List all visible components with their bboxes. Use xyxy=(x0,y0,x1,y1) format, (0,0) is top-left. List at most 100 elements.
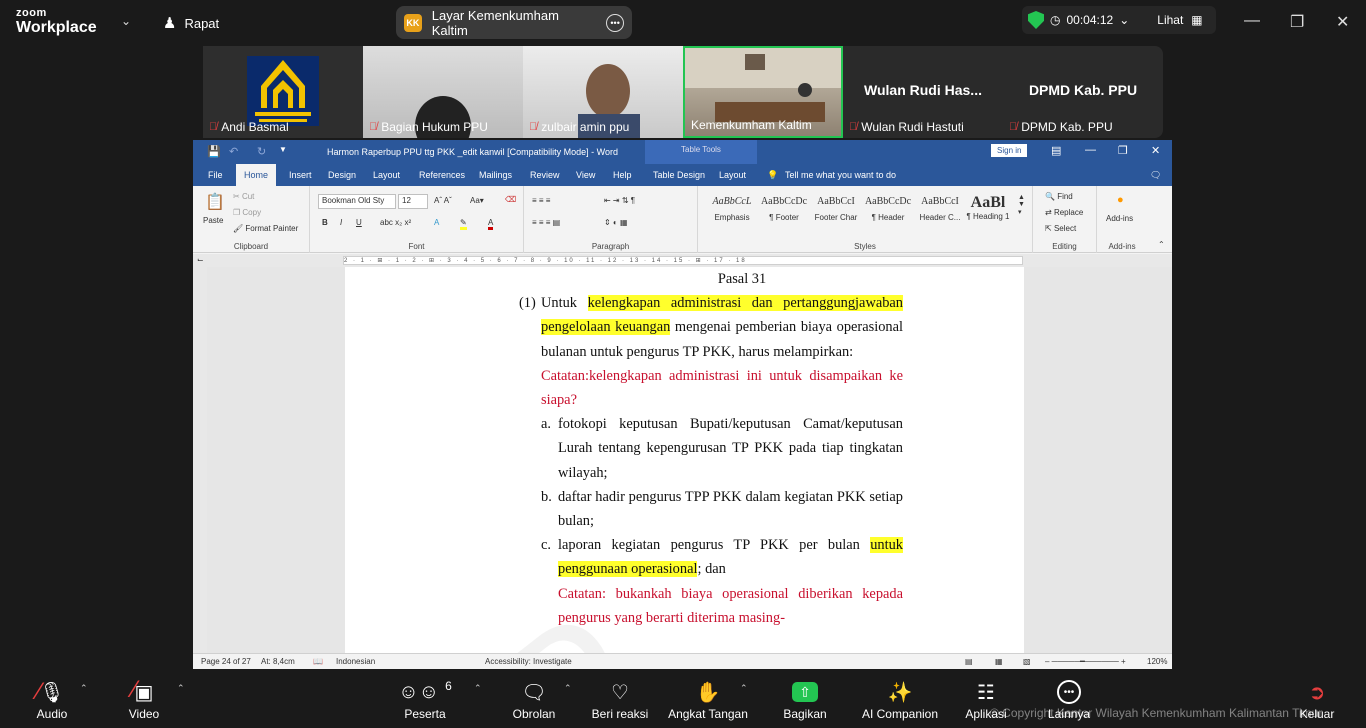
font-name-select[interactable]: Bookman Old Sty xyxy=(318,194,396,209)
bullets-icon[interactable]: ≡ ≡ ≡ xyxy=(532,196,550,205)
sign-in-button[interactable]: Sign in xyxy=(991,144,1028,157)
paste-icon[interactable]: 📋 xyxy=(205,192,225,212)
style-header-char[interactable]: AaBbCcI Header C... xyxy=(914,196,966,222)
tab-design[interactable]: Design xyxy=(328,170,356,180)
comments-icon[interactable]: 🗨 xyxy=(1150,170,1161,181)
print-layout-icon[interactable]: ▦ xyxy=(995,657,1003,666)
tab-help[interactable]: Help xyxy=(613,170,632,180)
replace-button[interactable]: ⇄ Replace xyxy=(1045,208,1083,217)
find-button[interactable]: 🔍 Find xyxy=(1045,192,1073,201)
proofing-icon[interactable]: 📖 xyxy=(313,657,323,666)
participant-tile[interactable]: 🎙̸ zulbair amin ppu xyxy=(523,46,683,138)
tab-table-layout[interactable]: Layout xyxy=(719,170,746,180)
participant-tile[interactable]: DPMD Kab. PPU 🎙̸ DPMD Kab. PPU xyxy=(1003,46,1163,138)
language[interactable]: Indonesian xyxy=(336,657,375,666)
restore-icon[interactable]: ❐ xyxy=(1118,144,1128,157)
font-color-icon[interactable]: A xyxy=(488,218,494,230)
redo-icon[interactable]: ↻ xyxy=(257,145,266,158)
tab-view[interactable]: View xyxy=(576,170,595,180)
shield-icon[interactable] xyxy=(1028,11,1044,29)
tab-mailings[interactable]: Mailings xyxy=(479,170,512,180)
save-icon[interactable]: 💾 xyxy=(207,145,221,158)
tab-review[interactable]: Review xyxy=(530,170,560,180)
tab-table-design[interactable]: Table Design xyxy=(653,170,705,180)
font-size-select[interactable]: 12 xyxy=(398,194,428,209)
collapse-ribbon-icon[interactable]: ⌃ xyxy=(1158,240,1165,249)
more-icon[interactable]: ••• xyxy=(606,13,624,32)
bold-button[interactable]: B xyxy=(322,218,328,227)
zoom-slider[interactable]: – ─────━────── + xyxy=(1045,657,1126,666)
participant-tile[interactable]: 🎙̸ Andi Basmal xyxy=(203,46,363,138)
tab-home[interactable]: Home xyxy=(236,164,277,186)
line-spacing-icon[interactable]: ⇕ ◐ ▦ xyxy=(604,218,628,227)
clear-format-icon[interactable]: ⌫ xyxy=(505,195,516,204)
strikethrough-button[interactable]: abc x₂ x² xyxy=(380,218,411,227)
share-indicator[interactable]: KK Layar Kemenkumham Kaltim ••• xyxy=(396,6,632,39)
chevron-up-icon[interactable]: ⌃ xyxy=(474,683,482,694)
document-area[interactable]: D Pasal 31 (1) Untuk kelengkapan adminis… xyxy=(207,267,1172,653)
ai-companion-button[interactable]: ✨ AI Companion xyxy=(855,677,945,722)
tell-me-input[interactable]: Tell me what you want to do xyxy=(785,170,896,180)
select-button[interactable]: ⇱ Select xyxy=(1045,224,1076,233)
horizontal-ruler[interactable]: ⌙ 2 · 1 · ⊞ · 1 · 2 · ⊞ · 3 · 4 · 5 · 6 … xyxy=(193,254,1172,267)
vertical-ruler[interactable] xyxy=(193,267,207,653)
meeting-info[interactable]: ◷ 00:04:12 ⌄ Lihat ▦ xyxy=(1022,6,1216,34)
undo-icon[interactable]: ↶ xyxy=(229,145,238,158)
cut-button[interactable]: ✂ Cut xyxy=(233,192,254,201)
participant-tile[interactable]: Wulan Rudi Has... 🎙̸ Wulan Rudi Hastuti xyxy=(843,46,1003,138)
participants-button[interactable]: ☺☺ 6 Peserta xyxy=(380,677,470,721)
chevron-down-icon[interactable]: ⌄ xyxy=(121,14,131,28)
style-footer[interactable]: AaBbCcDc ¶ Footer xyxy=(758,196,810,222)
participant-tile[interactable]: 🎙̸ Bagian Hukum PPU xyxy=(363,46,523,138)
chevron-up-icon[interactable]: ⌃ xyxy=(740,683,748,694)
share-button[interactable]: ⇧ Bagikan xyxy=(760,677,850,721)
minimize-icon[interactable]: — xyxy=(1244,12,1260,30)
restore-icon[interactable]: ❐ xyxy=(1290,12,1304,32)
format-painter-button[interactable]: 🖌 Format Painter xyxy=(233,224,298,233)
chevron-up-icon[interactable]: ⌃ xyxy=(80,683,88,694)
highlight-icon[interactable]: ✎ xyxy=(460,218,467,230)
change-case-icon[interactable]: Aa▾ xyxy=(470,196,484,205)
text-effects-icon[interactable]: A xyxy=(434,218,439,227)
align-icon[interactable]: ≡ ≡ ≡ ▤ xyxy=(532,218,560,227)
read-mode-icon[interactable]: ▤ xyxy=(965,657,973,666)
paste-button[interactable]: Paste xyxy=(203,216,223,225)
view-button[interactable]: Lihat ▦ xyxy=(1157,13,1202,27)
chevron-down-icon[interactable]: ⌄ xyxy=(1119,13,1129,27)
close-icon[interactable]: ✕ xyxy=(1151,144,1160,157)
indent-icon[interactable]: ⇤ ⇥ ⇅ ¶ xyxy=(604,196,635,205)
underline-button[interactable]: U xyxy=(356,218,362,227)
style-heading-1[interactable]: AaBl ¶ Heading 1 xyxy=(962,195,1014,222)
italic-button[interactable]: I xyxy=(340,218,342,227)
meeting-menu[interactable]: ♟ Rapat xyxy=(163,14,219,32)
tab-file[interactable]: File xyxy=(208,170,223,180)
style-header[interactable]: AaBbCcDc ¶ Header xyxy=(862,196,914,222)
style-footer-char[interactable]: AaBbCcI Footer Char xyxy=(810,196,862,222)
zoom-level[interactable]: 120% xyxy=(1147,657,1167,666)
page-count[interactable]: Page 24 of 27 xyxy=(201,657,251,666)
reactions-button[interactable]: ♡ Beri reaksi xyxy=(575,677,665,722)
tab-references[interactable]: References xyxy=(419,170,465,180)
video-button[interactable]: ▣ ∕ Video xyxy=(99,676,189,722)
participant-tile-active-speaker[interactable]: Kemenkumham Kaltim xyxy=(683,46,843,138)
close-icon[interactable]: ✕ xyxy=(1336,12,1349,32)
zoom-logo[interactable]: zoom Workplace xyxy=(16,8,97,36)
style-emphasis[interactable]: AaBbCcL Emphasis xyxy=(706,196,758,222)
customize-qat-icon[interactable]: ▼ xyxy=(279,145,287,154)
document-content[interactable]: Pasal 31 (1) Untuk kelengkapan administr… xyxy=(519,267,925,630)
tab-insert[interactable]: Insert xyxy=(289,170,312,180)
grow-font-icon[interactable]: Aˆ Aˇ xyxy=(434,196,452,205)
addins-icon[interactable]: ● xyxy=(1117,194,1124,206)
chevron-up-icon[interactable]: ⌃ xyxy=(564,683,572,694)
tab-selector-icon[interactable]: ⌙ xyxy=(197,255,204,264)
chevron-up-icon[interactable]: ⌃ xyxy=(177,683,185,694)
web-layout-icon[interactable]: ▧ xyxy=(1023,657,1031,666)
accessibility-status[interactable]: Accessibility: Investigate xyxy=(485,657,572,666)
document-page[interactable]: D Pasal 31 (1) Untuk kelengkapan adminis… xyxy=(345,267,1024,653)
addins-button[interactable]: Add-ins xyxy=(1106,214,1133,223)
styles-scroll-icon[interactable]: ▲ ▼ ▾ xyxy=(1018,194,1025,216)
ribbon-display-icon[interactable]: ▤ xyxy=(1051,144,1061,157)
minimize-icon[interactable]: — xyxy=(1085,144,1096,156)
tab-layout[interactable]: Layout xyxy=(373,170,400,180)
copy-button[interactable]: ❐ Copy xyxy=(233,208,261,217)
